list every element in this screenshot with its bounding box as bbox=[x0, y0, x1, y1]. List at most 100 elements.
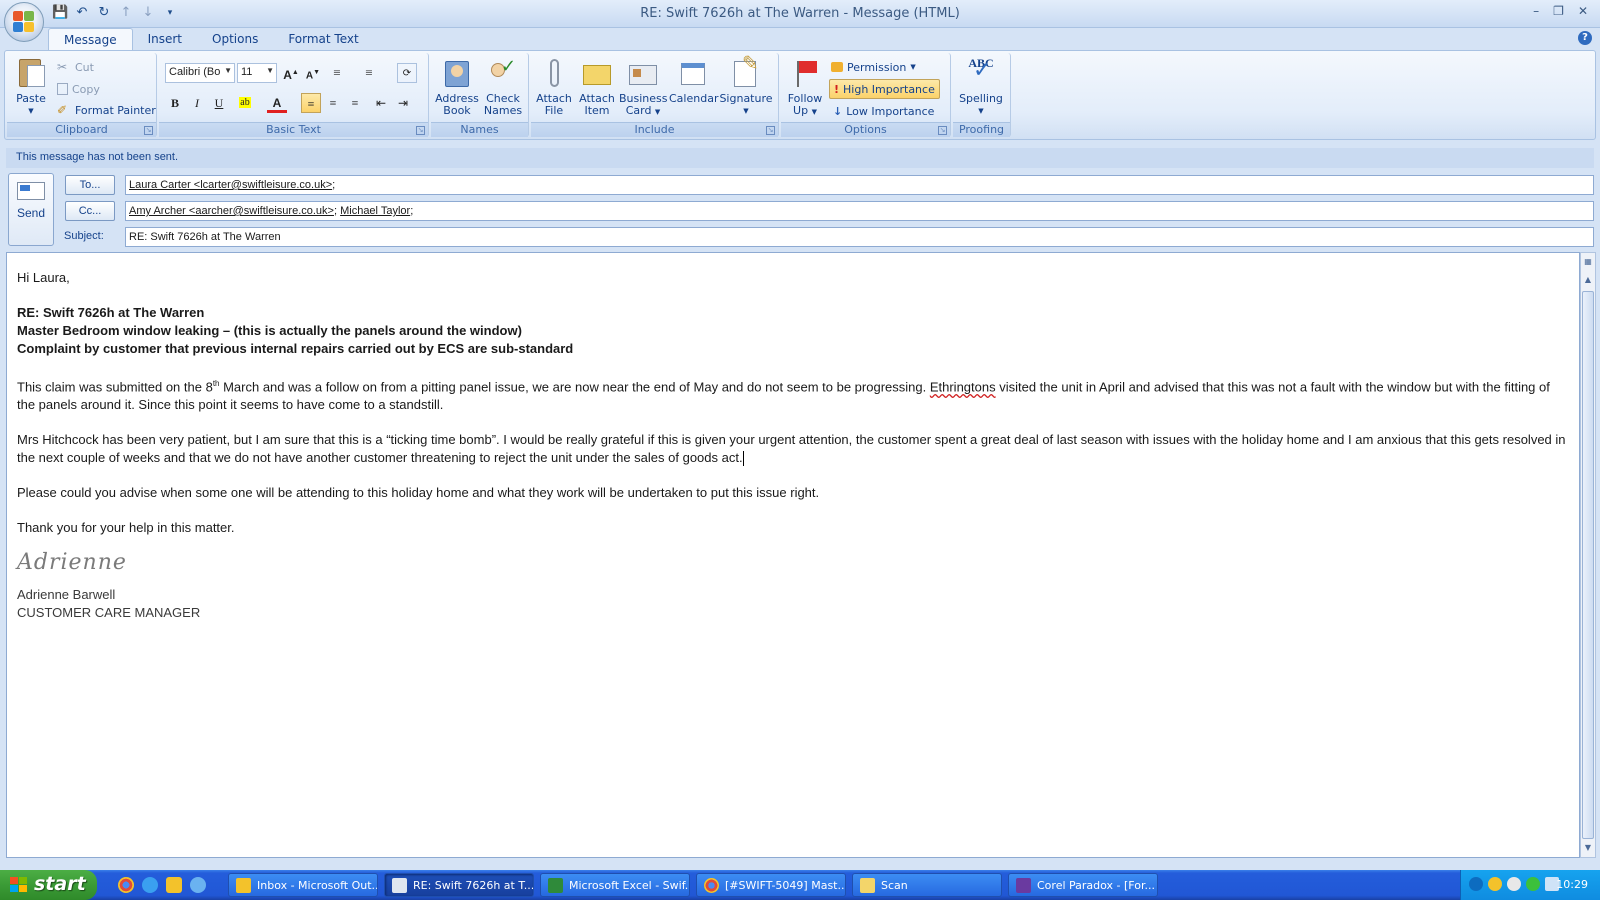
paintbrush-icon: ✐ bbox=[57, 103, 68, 117]
clipboard-launcher-icon[interactable]: ↘ bbox=[144, 126, 153, 135]
font-name-value: Calibri (Bo bbox=[169, 66, 221, 78]
increase-indent-icon[interactable]: ⇥ bbox=[393, 93, 413, 113]
clipboard-icon bbox=[15, 57, 47, 89]
options-launcher-icon[interactable]: ↘ bbox=[938, 126, 947, 135]
copy-label: Copy bbox=[72, 82, 100, 96]
minimize-icon[interactable]: – bbox=[1533, 4, 1539, 18]
include-launcher-icon[interactable]: ↘ bbox=[766, 126, 775, 135]
close-icon[interactable]: ✕ bbox=[1578, 4, 1588, 18]
signature-button[interactable]: ✎ Signature ▼ bbox=[719, 53, 773, 117]
spelling-label: Spelling bbox=[959, 92, 1003, 105]
scroll-up-icon[interactable]: ▲ bbox=[1581, 273, 1595, 287]
body-paragraph: Thank you for your help in this matter. bbox=[17, 520, 235, 536]
vertical-scrollbar[interactable]: ▦ ▲ ▼ bbox=[1580, 252, 1596, 858]
body-heading: Master Bedroom window leaking – (this is… bbox=[17, 323, 522, 338]
bold-button[interactable]: B bbox=[165, 93, 185, 113]
underline-button[interactable]: U bbox=[209, 93, 229, 113]
decrease-indent-icon[interactable]: ⇤ bbox=[371, 93, 391, 113]
restore-icon[interactable]: ❐ bbox=[1553, 4, 1564, 18]
cc-button[interactable]: Cc... bbox=[65, 201, 115, 221]
tab-format-text[interactable]: Format Text bbox=[273, 28, 373, 50]
copy-button[interactable]: Copy bbox=[57, 79, 100, 99]
cc-recipient[interactable]: Michael Taylor bbox=[340, 205, 410, 217]
taskbar-item[interactable]: RE: Swift 7626h at T... bbox=[384, 873, 534, 897]
title-bar: 💾 ↶ ↻ ↑ ↓ ▾ RE: Swift 7626h at The Warre… bbox=[0, 0, 1600, 28]
tray-status-icon[interactable] bbox=[1526, 877, 1540, 891]
attach-item-button[interactable]: Attach Item bbox=[577, 55, 617, 117]
tray-app-icon[interactable] bbox=[1488, 877, 1502, 891]
business-card-label-2: Card bbox=[625, 104, 652, 117]
to-field[interactable]: Laura Carter <lcarter@swiftleisure.co.uk… bbox=[125, 175, 1594, 195]
chrome-icon[interactable] bbox=[118, 877, 134, 893]
clear-formatting-icon[interactable]: ⟳ bbox=[397, 63, 417, 83]
email-message-icon bbox=[392, 878, 407, 893]
taskbar-item[interactable]: Corel Paradox - [For... bbox=[1008, 873, 1158, 897]
numbering-icon[interactable]: ≡ bbox=[359, 63, 379, 83]
follow-up-button[interactable]: Follow Up ▼ bbox=[783, 55, 827, 118]
align-center-button[interactable]: ≡ bbox=[323, 93, 343, 113]
high-importance-button[interactable]: ! High Importance bbox=[829, 79, 940, 99]
signature-name: Adrienne Barwell bbox=[17, 587, 116, 603]
check-names-button[interactable]: ✓ Check Names bbox=[481, 55, 525, 117]
highlight-icon[interactable]: ab bbox=[235, 93, 255, 113]
grow-font-icon[interactable]: A▲ bbox=[281, 63, 301, 83]
scroll-thumb[interactable] bbox=[1582, 291, 1594, 839]
help-icon[interactable]: ? bbox=[1578, 31, 1592, 45]
refresh-app-icon[interactable] bbox=[190, 877, 206, 893]
align-left-button[interactable]: ≡ bbox=[301, 93, 321, 113]
copy-icon bbox=[57, 83, 68, 95]
to-button[interactable]: To... bbox=[65, 175, 115, 195]
business-card-button[interactable]: Business Card ▼ bbox=[619, 55, 668, 118]
clock[interactable]: 10:29 bbox=[1556, 878, 1588, 891]
scroll-down-icon[interactable]: ▼ bbox=[1581, 841, 1595, 855]
italic-button[interactable]: I bbox=[187, 93, 207, 113]
address-book-button[interactable]: Address Book bbox=[435, 55, 479, 117]
paste-button[interactable]: Paste ▼ bbox=[11, 55, 51, 117]
outlook-icon[interactable] bbox=[166, 877, 182, 893]
ruler-toggle-icon[interactable]: ▦ bbox=[1581, 255, 1595, 269]
attach-file-button[interactable]: Attach File bbox=[533, 55, 575, 117]
taskbar-item[interactable]: Microsoft Excel - Swif... bbox=[540, 873, 690, 897]
taskbar-item[interactable]: Inbox - Microsoft Out... bbox=[228, 873, 378, 897]
font-color-icon[interactable]: A bbox=[267, 93, 287, 113]
tab-options[interactable]: Options bbox=[197, 28, 273, 50]
tray-app-icon[interactable] bbox=[1507, 877, 1521, 891]
tray-arrow-icon[interactable] bbox=[1469, 877, 1483, 891]
cc-field[interactable]: Amy Archer <aarcher@swiftleisure.co.uk>;… bbox=[125, 201, 1594, 221]
low-importance-button[interactable]: ↓ Low Importance bbox=[833, 101, 934, 121]
spelling-button[interactable]: ABC ✓ Spelling ▼ bbox=[955, 55, 1007, 117]
body-paragraph: Please could you advise when some one wi… bbox=[17, 485, 820, 501]
align-right-button[interactable]: ≡ bbox=[345, 93, 365, 113]
taskbar-item[interactable]: [#SWIFT-5049] Mast... bbox=[696, 873, 846, 897]
office-button[interactable] bbox=[4, 2, 44, 42]
permission-button[interactable]: Permission ▼ bbox=[831, 57, 916, 77]
cut-button[interactable]: ✂ Cut bbox=[57, 57, 94, 77]
bullets-icon[interactable]: ≡ bbox=[327, 63, 347, 83]
window-title: RE: Swift 7626h at The Warren - Message … bbox=[640, 6, 960, 21]
font-name-combo[interactable]: Calibri (Bo ▼ bbox=[165, 63, 235, 83]
internet-explorer-icon[interactable] bbox=[142, 877, 158, 893]
format-painter-button[interactable]: ✐ Format Painter bbox=[57, 100, 156, 120]
send-button[interactable]: Send bbox=[8, 173, 54, 246]
folder-icon bbox=[860, 878, 875, 893]
basic-text-launcher-icon[interactable]: ↘ bbox=[416, 126, 425, 135]
tab-insert[interactable]: Insert bbox=[133, 28, 197, 50]
taskbar-item[interactable]: Scan bbox=[852, 873, 1002, 897]
calendar-button[interactable]: Calendar bbox=[669, 55, 718, 105]
subject-label: Subject: bbox=[64, 230, 104, 242]
signature-icon: ✎ bbox=[730, 53, 762, 89]
include-group: Attach File Attach Item Business Card ▼ … bbox=[531, 53, 779, 137]
subject-field[interactable]: RE: Swift 7626h at The Warren bbox=[125, 227, 1594, 247]
shrink-font-icon[interactable]: A▼ bbox=[303, 63, 323, 83]
cc-recipient[interactable]: Amy Archer <aarcher@swiftleisure.co.uk> bbox=[129, 205, 334, 217]
attach-item-label-2: Item bbox=[584, 104, 610, 117]
message-body[interactable]: Hi Laura, RE: Swift 7626h at The Warren … bbox=[6, 252, 1580, 858]
check-names-label-2: Names bbox=[483, 104, 523, 117]
address-book-label-2: Book bbox=[443, 104, 471, 117]
font-size-combo[interactable]: 11 ▼ bbox=[237, 63, 277, 83]
taskbar-item-label: RE: Swift 7626h at T... bbox=[413, 879, 534, 892]
tab-message[interactable]: Message bbox=[48, 28, 133, 50]
attach-file-label-2: File bbox=[544, 104, 564, 117]
start-button[interactable]: start bbox=[0, 870, 97, 900]
to-recipient[interactable]: Laura Carter <lcarter@swiftleisure.co.uk… bbox=[129, 179, 332, 191]
